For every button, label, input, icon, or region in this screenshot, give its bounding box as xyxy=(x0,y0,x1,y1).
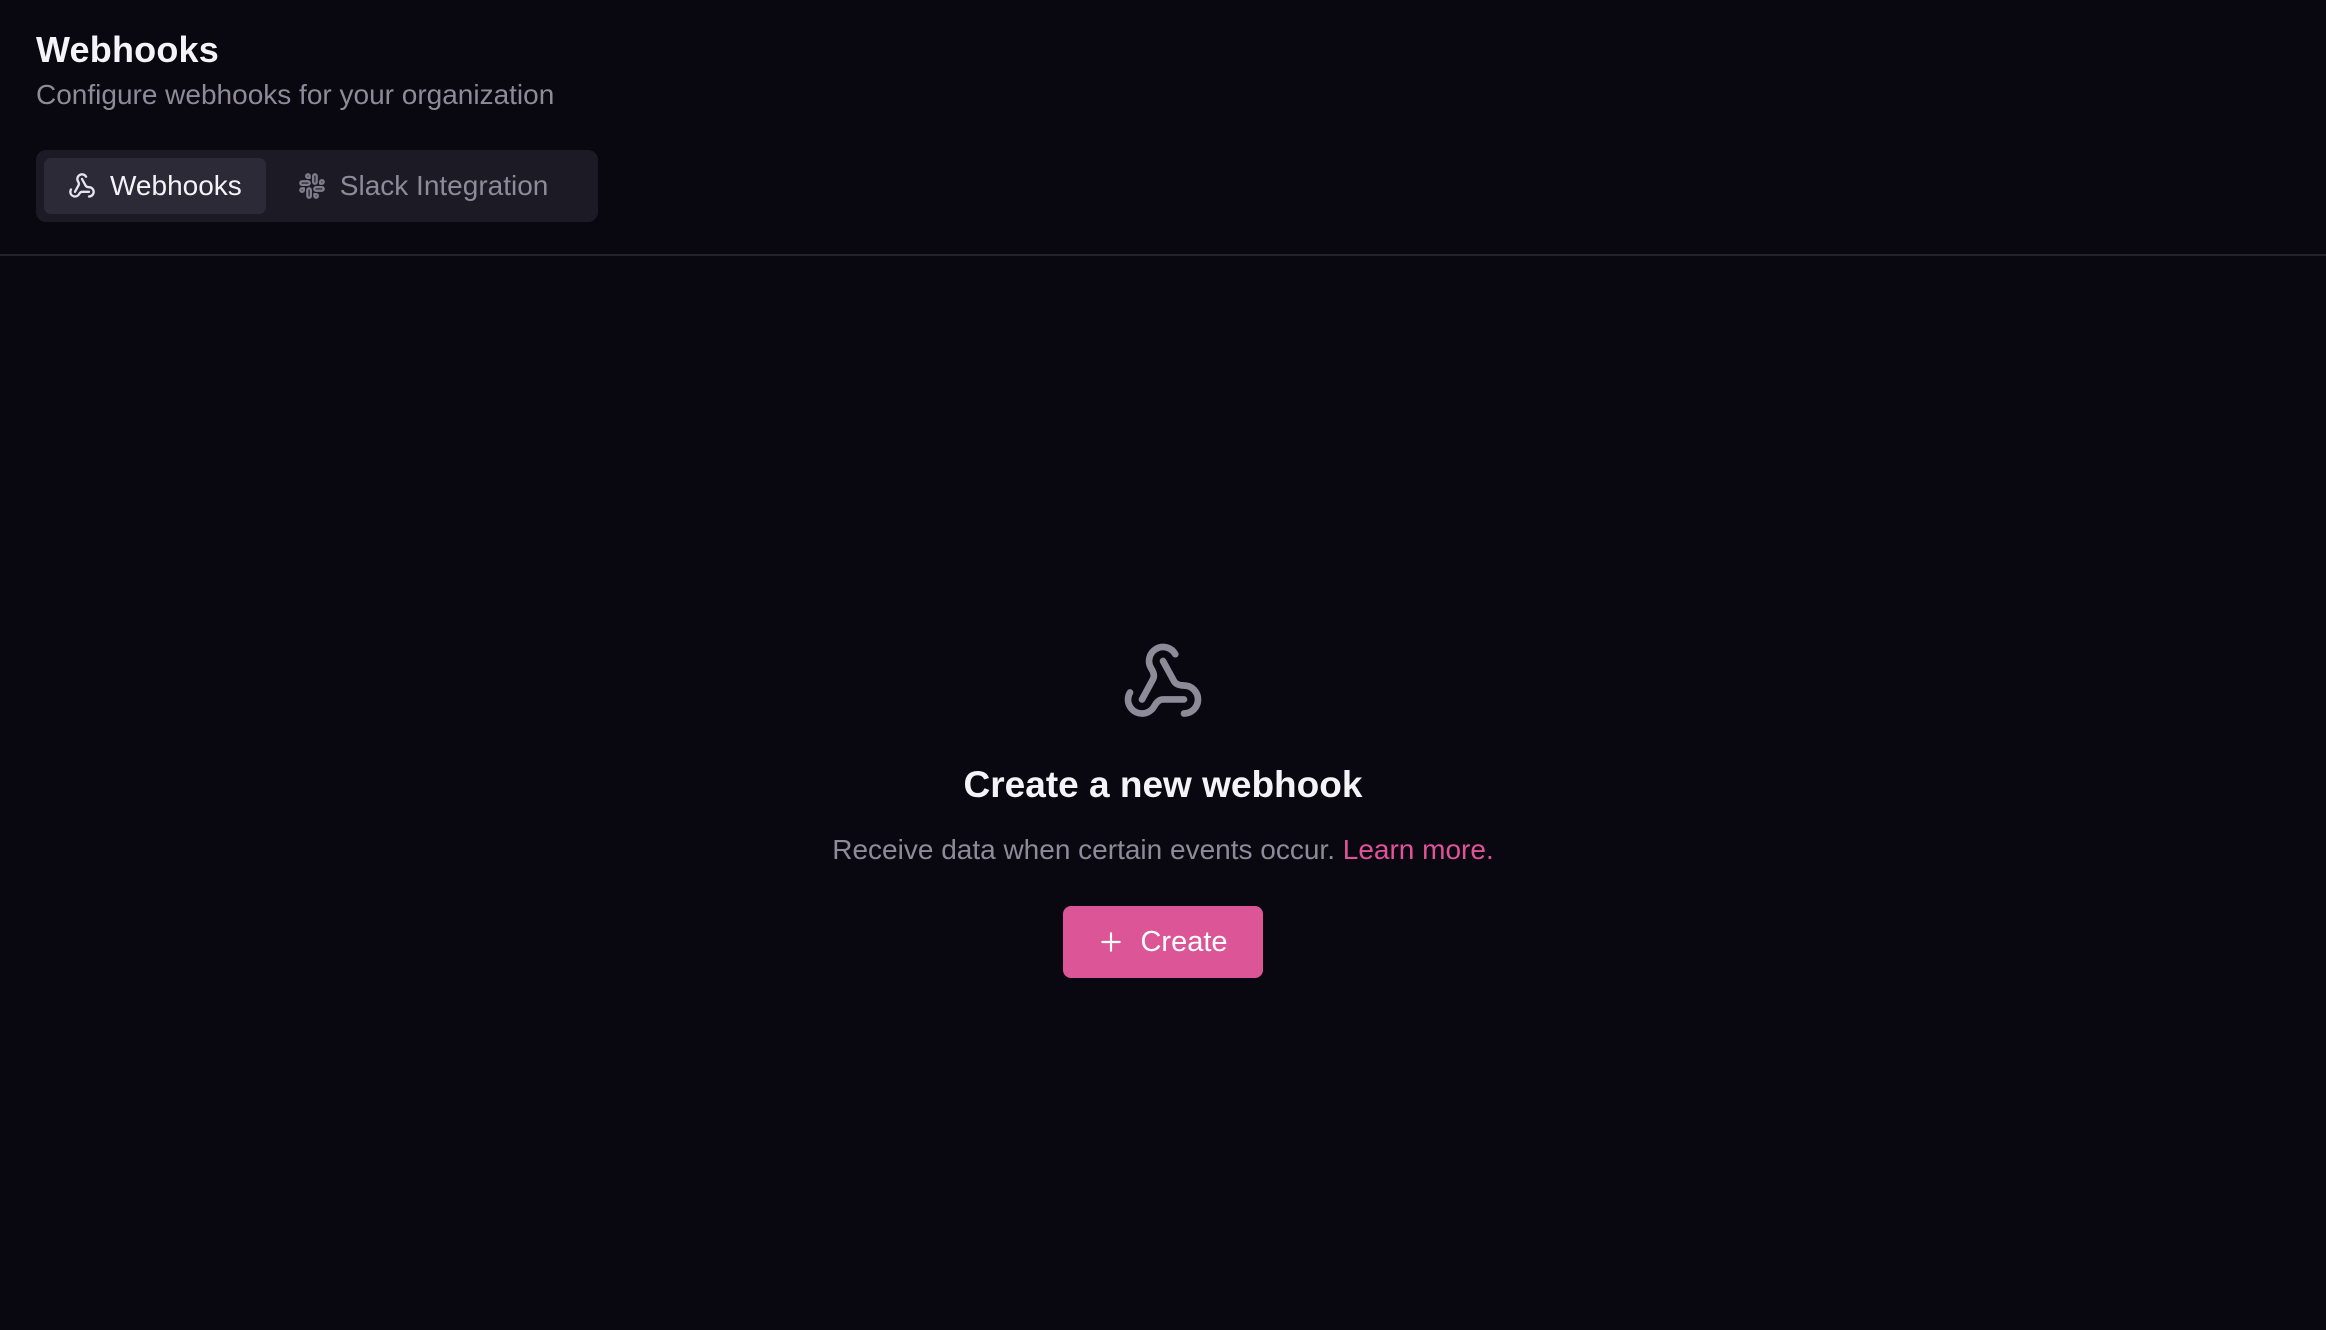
tab-slack-integration[interactable]: Slack Integration xyxy=(274,158,573,214)
slack-icon xyxy=(298,172,326,200)
empty-state-description-text: Receive data when certain events occur. xyxy=(832,834,1335,865)
tab-webhooks-label: Webhooks xyxy=(110,170,242,201)
tab-webhooks[interactable]: Webhooks xyxy=(44,158,266,214)
header-divider xyxy=(0,254,2326,256)
webhook-icon xyxy=(1118,640,1208,724)
plus-icon xyxy=(1098,929,1124,955)
create-webhook-button[interactable]: Create xyxy=(1063,906,1263,978)
empty-state: Create a new webhook Receive data when c… xyxy=(0,640,2326,978)
webhook-icon xyxy=(68,172,96,200)
tab-bar: Webhooks Slack Integration xyxy=(36,150,598,222)
tab-slack-integration-label: Slack Integration xyxy=(339,170,549,201)
page-title: Webhooks xyxy=(36,29,219,70)
page-subtitle: Configure webhooks for your organization xyxy=(36,79,555,110)
webhooks-settings-page: Webhooks Configure webhooks for your org… xyxy=(0,0,2326,1330)
empty-state-description: Receive data when certain events occur. … xyxy=(832,830,1493,870)
empty-state-title: Create a new webhook xyxy=(963,764,1363,805)
page-header: Webhooks Configure webhooks for your org… xyxy=(36,28,554,114)
create-button-label: Create xyxy=(1140,925,1228,958)
learn-more-link[interactable]: Learn more. xyxy=(1343,834,1494,865)
